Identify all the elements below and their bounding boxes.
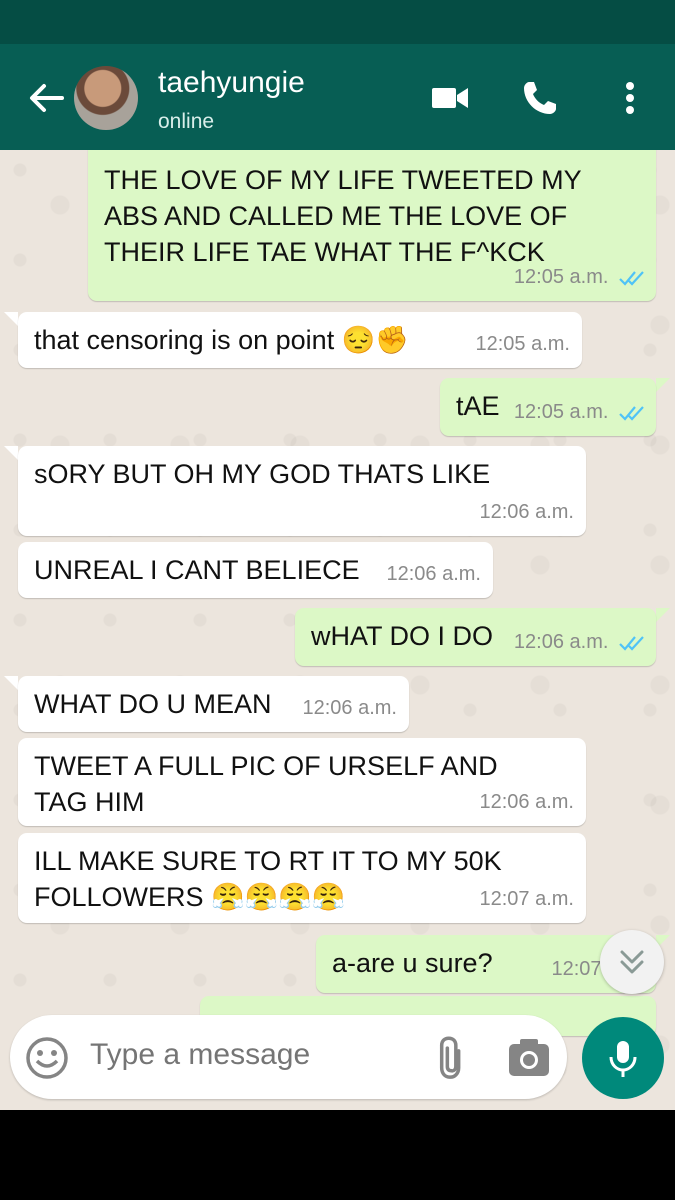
message-bubble-out[interactable]: tAE 12:05 a.m.	[440, 378, 656, 436]
bubble-tail	[4, 312, 18, 326]
message-time: 12:05 a.m.	[513, 401, 609, 423]
message-text: wHAT DO I DO	[311, 621, 494, 651]
message-text: ABS AND CALLED ME THE LOVE OF	[104, 201, 568, 231]
message-text: TWEET A FULL PIC OF URSELF AND	[34, 751, 498, 781]
message-time: 12:06 a.m.	[513, 631, 609, 653]
message-text: UNREAL I CANT BELIECE	[34, 555, 360, 585]
message-composer	[10, 1015, 567, 1099]
message-text: WHAT DO U MEAN	[34, 689, 272, 719]
system-navigation-bar	[0, 1110, 675, 1200]
message-time: 12:06 a.m.	[386, 563, 481, 585]
message-time: 12:07 a.m.	[479, 888, 574, 910]
message-bubble-out[interactable]: wHAT DO I DO 12:06 a.m.	[295, 608, 656, 666]
message-time: 12:06 a.m.	[479, 791, 574, 813]
bubble-tail	[656, 378, 670, 392]
message-bubble-in[interactable]: UNREAL I CANT BELIECE 12:06 a.m.	[18, 542, 493, 598]
message-time: 12:06 a.m.	[302, 697, 397, 719]
back-arrow-icon[interactable]	[26, 80, 66, 116]
message-bubble-in[interactable]: sORY BUT OH MY GOD THATS LIKE 12:06 a.m.	[18, 446, 586, 536]
contact-status: online	[158, 110, 215, 133]
bubble-tail	[4, 676, 18, 690]
status-bar	[0, 0, 675, 44]
message-bubble-in[interactable]: WHAT DO U MEAN 12:06 a.m.	[18, 676, 409, 732]
paperclip-icon[interactable]	[430, 1035, 476, 1081]
camera-icon[interactable]	[506, 1035, 552, 1081]
message-bubble-in[interactable]: that censoring is on point 😔✊ 12:05 a.m.	[18, 312, 582, 368]
avatar[interactable]	[74, 66, 138, 130]
message-text: THE LOVE OF MY LIFE TWEETED MY	[104, 165, 582, 195]
message-time: 12:05 a.m.	[513, 266, 609, 288]
microphone-button[interactable]	[582, 1017, 664, 1099]
message-text: that censoring is on point 😔✊	[34, 325, 409, 355]
contact-name[interactable]: taehyungie	[158, 66, 305, 100]
message-list[interactable]: THE LOVE OF MY LIFE TWEETED MY ABS AND C…	[0, 150, 675, 1110]
double-check-icon	[619, 635, 644, 651]
message-text: ILL MAKE SURE TO RT IT TO MY 50K	[34, 846, 502, 876]
double-check-icon	[619, 270, 644, 286]
video-camera-icon[interactable]	[430, 78, 470, 118]
message-text: tAE	[456, 391, 500, 421]
microphone-icon	[609, 1041, 637, 1077]
bubble-tail	[656, 608, 670, 622]
message-time: 12:05 a.m.	[475, 333, 570, 355]
smiley-icon[interactable]	[24, 1035, 70, 1081]
message-input[interactable]	[90, 1033, 410, 1077]
double-check-icon	[619, 405, 644, 421]
phone-icon[interactable]	[520, 78, 560, 118]
bubble-tail	[4, 446, 18, 460]
message-bubble-in[interactable]: TWEET A FULL PIC OF URSELF AND TAG HIM 1…	[18, 738, 586, 826]
double-chevron-down-icon	[620, 950, 644, 974]
scroll-to-bottom-button[interactable]	[600, 930, 664, 994]
message-time: 12:06 a.m.	[479, 501, 574, 523]
chat-header: taehyungie online	[0, 44, 675, 150]
message-text: a-are u sure?	[332, 948, 493, 978]
more-vert-icon[interactable]	[610, 78, 650, 118]
message-bubble-out[interactable]: THE LOVE OF MY LIFE TWEETED MY ABS AND C…	[88, 150, 656, 301]
message-text: sORY BUT OH MY GOD THATS LIKE	[34, 459, 491, 489]
message-bubble-in[interactable]: ILL MAKE SURE TO RT IT TO MY 50K FOLLOWE…	[18, 833, 586, 923]
